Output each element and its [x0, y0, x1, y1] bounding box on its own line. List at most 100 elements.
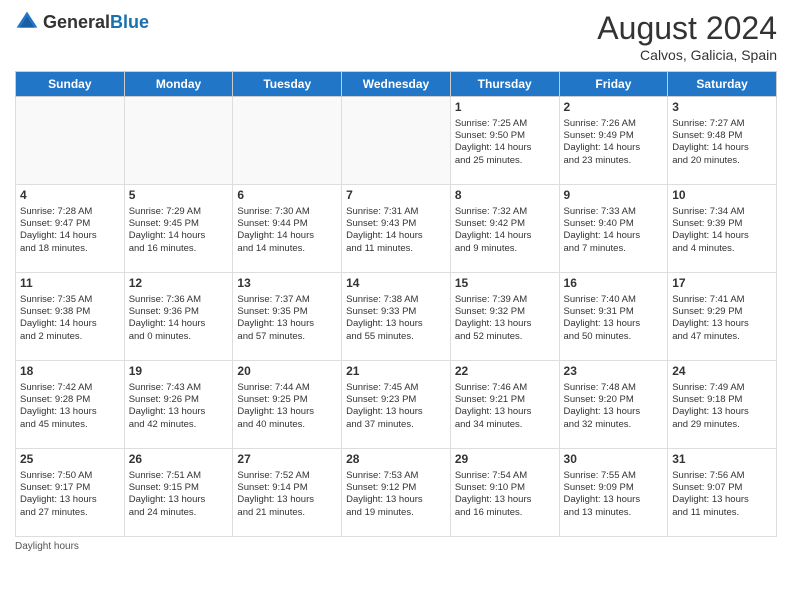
table-row: 22Sunrise: 7:46 AM Sunset: 9:21 PM Dayli… [450, 361, 559, 449]
footer-note: Daylight hours [15, 541, 777, 552]
day-info: Sunrise: 7:51 AM Sunset: 9:15 PM Dayligh… [129, 470, 229, 519]
title-section: August 2024 Calvos, Galicia, Spain [597, 10, 777, 63]
table-row [342, 97, 451, 185]
table-row: 4 Sunrise: 7:28 AM Sunset: 9:47 PM Daylig… [16, 185, 125, 273]
table-row: 14 Sunrise: 7:38 AM Sunset: 9:33 PM Dayli… [342, 273, 451, 361]
table-row: 20 Sunrise: 7:44 AM Sunset: 9:25 PM Dayli… [233, 361, 342, 449]
day-info: Sunrise: 7:46 AM Sunset: 9:21 PM Dayligh… [455, 382, 555, 431]
header-thursday: Thursday [450, 72, 559, 97]
day-number: 17 [672, 276, 772, 292]
day-info: Sunrise: 7:38 AM Sunset: 9:33 PM Dayligh… [346, 294, 446, 343]
header-monday: Monday [124, 72, 233, 97]
calendar-week-row: 4 Sunrise: 7:28 AM Sunset: 9:47 PM Daylig… [16, 185, 777, 273]
calendar-week-row: 1 Sunrise: 7:25 AM Sunset: 9:50 PM Daylig… [16, 97, 777, 185]
day-number: 6 [237, 188, 337, 204]
day-info: Sunrise: 7:25 AM Sunset: 9:50 PM Dayligh… [455, 118, 555, 167]
day-info: Sunrise: 7:34 AM Sunset: 9:39 PM Dayligh… [672, 206, 772, 255]
generalblue-icon [15, 10, 39, 34]
table-row [233, 97, 342, 185]
logo-general: General [43, 12, 110, 32]
day-info: Sunrise: 7:29 AM Sunset: 9:45 PM Dayligh… [129, 206, 229, 255]
day-number: 27 [237, 452, 337, 468]
table-row: 1 Sunrise: 7:25 AM Sunset: 9:50 PM Daylig… [450, 97, 559, 185]
day-number: 11 [20, 276, 120, 292]
day-number: 3 [672, 100, 772, 116]
table-row: 3 Sunrise: 7:27 AM Sunset: 9:48 PM Daylig… [668, 97, 777, 185]
table-row: 13 Sunrise: 7:37 AM Sunset: 9:35 PM Dayli… [233, 273, 342, 361]
table-row: 16 Sunrise: 7:40 AM Sunset: 9:31 PM Dayli… [559, 273, 668, 361]
day-number: 16 [564, 276, 664, 292]
day-info: Sunrise: 7:27 AM Sunset: 9:48 PM Dayligh… [672, 118, 772, 167]
table-row: 11 Sunrise: 7:35 AM Sunset: 9:38 PM Dayli… [16, 273, 125, 361]
table-row: 18 Sunrise: 7:42 AM Sunset: 9:28 PM Dayli… [16, 361, 125, 449]
day-number: 31 [672, 452, 772, 468]
day-number: 14 [346, 276, 446, 292]
day-number: 28 [346, 452, 446, 468]
day-info: Sunrise: 7:45 AM Sunset: 9:23 PM Dayligh… [346, 382, 446, 431]
day-info: Sunrise: 7:55 AM Sunset: 9:09 PM Dayligh… [564, 470, 664, 519]
table-row: 24Sunrise: 7:49 AM Sunset: 9:18 PM Dayli… [668, 361, 777, 449]
day-info: Sunrise: 7:52 AM Sunset: 9:14 PM Dayligh… [237, 470, 337, 519]
table-row: 29 Sunrise: 7:54 AM Sunset: 9:10 PM Dayli… [450, 449, 559, 537]
weekday-header-row: Sunday Monday Tuesday Wednesday Thursday… [16, 72, 777, 97]
day-info: Sunrise: 7:32 AM Sunset: 9:42 PM Dayligh… [455, 206, 555, 255]
day-number: 15 [455, 276, 555, 292]
day-number: 26 [129, 452, 229, 468]
table-row: 10 Sunrise: 7:34 AM Sunset: 9:39 PM Dayli… [668, 185, 777, 273]
calendar-table: Sunday Monday Tuesday Wednesday Thursday… [15, 71, 777, 537]
day-info: Sunrise: 7:28 AM Sunset: 9:47 PM Dayligh… [20, 206, 120, 255]
header-saturday: Saturday [668, 72, 777, 97]
day-number: 1 [455, 100, 555, 116]
day-number: 25 [20, 452, 120, 468]
day-number: 21 [346, 364, 446, 380]
day-info: Sunrise: 7:30 AM Sunset: 9:44 PM Dayligh… [237, 206, 337, 255]
day-info: Sunrise: 7:33 AM Sunset: 9:40 PM Dayligh… [564, 206, 664, 255]
day-number: 18 [20, 364, 120, 380]
table-row: 17Sunrise: 7:41 AM Sunset: 9:29 PM Dayli… [668, 273, 777, 361]
table-row: 21 Sunrise: 7:45 AM Sunset: 9:23 PM Dayli… [342, 361, 451, 449]
day-number: 29 [455, 452, 555, 468]
day-number: 10 [672, 188, 772, 204]
table-row: 2Sunrise: 7:26 AM Sunset: 9:49 PM Daylig… [559, 97, 668, 185]
table-row: 28 Sunrise: 7:53 AM Sunset: 9:12 PM Dayli… [342, 449, 451, 537]
header-sunday: Sunday [16, 72, 125, 97]
day-number: 5 [129, 188, 229, 204]
table-row: 31 Sunrise: 7:56 AM Sunset: 9:07 PM Dayli… [668, 449, 777, 537]
daylight-hours-label: Daylight hours [15, 541, 79, 552]
day-info: Sunrise: 7:44 AM Sunset: 9:25 PM Dayligh… [237, 382, 337, 431]
table-row: 19Sunrise: 7:43 AM Sunset: 9:26 PM Dayli… [124, 361, 233, 449]
day-info: Sunrise: 7:40 AM Sunset: 9:31 PM Dayligh… [564, 294, 664, 343]
day-info: Sunrise: 7:39 AM Sunset: 9:32 PM Dayligh… [455, 294, 555, 343]
day-info: Sunrise: 7:54 AM Sunset: 9:10 PM Dayligh… [455, 470, 555, 519]
logo: GeneralBlue [15, 10, 149, 34]
day-number: 13 [237, 276, 337, 292]
page: GeneralBlue August 2024 Calvos, Galicia,… [0, 0, 792, 612]
day-info: Sunrise: 7:49 AM Sunset: 9:18 PM Dayligh… [672, 382, 772, 431]
day-info: Sunrise: 7:35 AM Sunset: 9:38 PM Dayligh… [20, 294, 120, 343]
day-number: 23 [564, 364, 664, 380]
table-row: 12Sunrise: 7:36 AM Sunset: 9:36 PM Dayli… [124, 273, 233, 361]
day-number: 4 [20, 188, 120, 204]
table-row: 15 Sunrise: 7:39 AM Sunset: 9:32 PM Dayli… [450, 273, 559, 361]
table-row: 9 Sunrise: 7:33 AM Sunset: 9:40 PM Daylig… [559, 185, 668, 273]
day-number: 9 [564, 188, 664, 204]
day-number: 20 [237, 364, 337, 380]
header-wednesday: Wednesday [342, 72, 451, 97]
day-info: Sunrise: 7:37 AM Sunset: 9:35 PM Dayligh… [237, 294, 337, 343]
table-row: 5 Sunrise: 7:29 AM Sunset: 9:45 PM Daylig… [124, 185, 233, 273]
day-info: Sunrise: 7:48 AM Sunset: 9:20 PM Dayligh… [564, 382, 664, 431]
table-row: 30Sunrise: 7:55 AM Sunset: 9:09 PM Dayli… [559, 449, 668, 537]
table-row: 6 Sunrise: 7:30 AM Sunset: 9:44 PM Daylig… [233, 185, 342, 273]
calendar-week-row: 25Sunrise: 7:50 AM Sunset: 9:17 PM Dayli… [16, 449, 777, 537]
day-info: Sunrise: 7:42 AM Sunset: 9:28 PM Dayligh… [20, 382, 120, 431]
day-info: Sunrise: 7:56 AM Sunset: 9:07 PM Dayligh… [672, 470, 772, 519]
day-info: Sunrise: 7:43 AM Sunset: 9:26 PM Dayligh… [129, 382, 229, 431]
day-number: 8 [455, 188, 555, 204]
table-row: 7Sunrise: 7:31 AM Sunset: 9:43 PM Daylig… [342, 185, 451, 273]
day-info: Sunrise: 7:53 AM Sunset: 9:12 PM Dayligh… [346, 470, 446, 519]
logo-text: GeneralBlue [43, 12, 149, 33]
day-number: 12 [129, 276, 229, 292]
day-info: Sunrise: 7:31 AM Sunset: 9:43 PM Dayligh… [346, 206, 446, 255]
day-info: Sunrise: 7:26 AM Sunset: 9:49 PM Dayligh… [564, 118, 664, 167]
month-year: August 2024 [597, 10, 777, 47]
